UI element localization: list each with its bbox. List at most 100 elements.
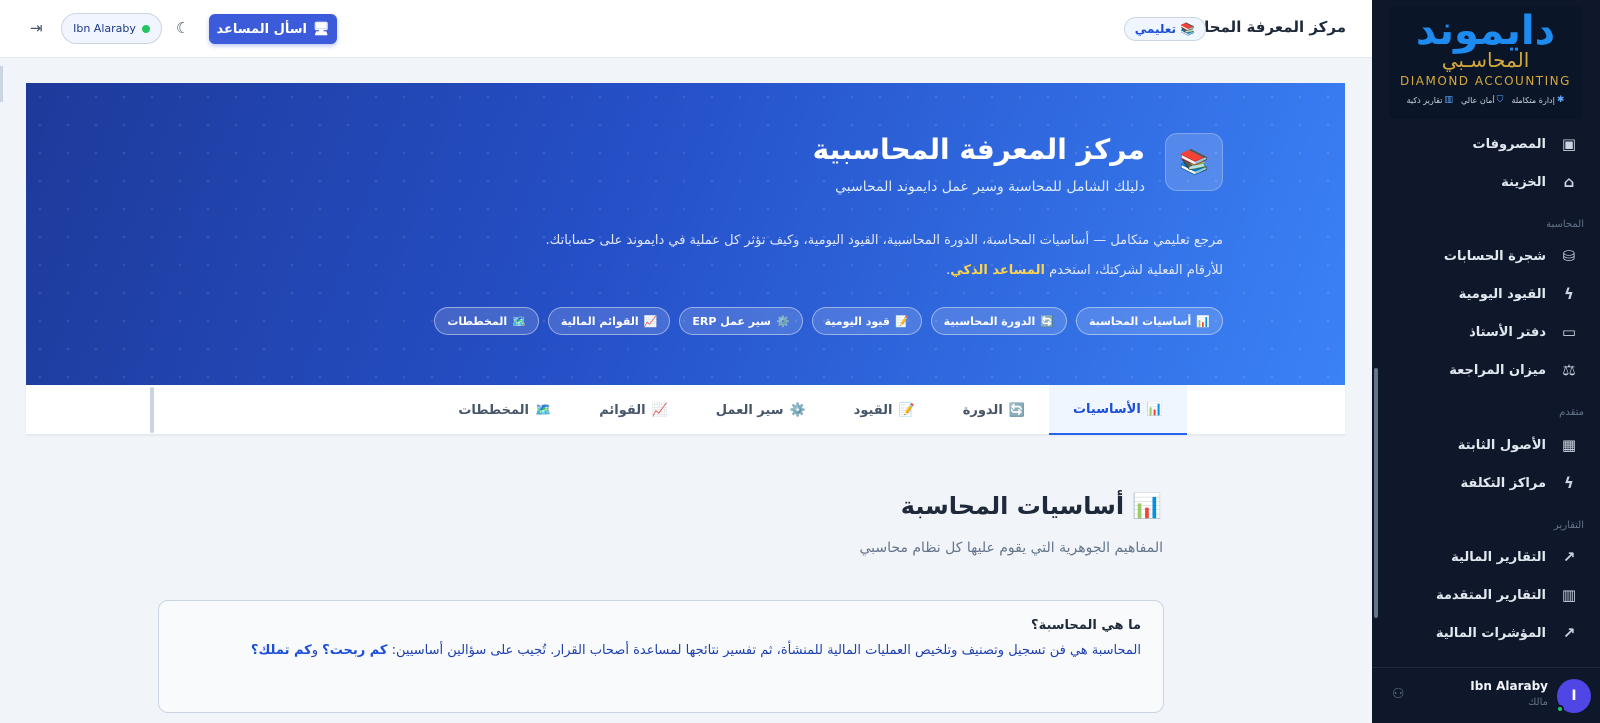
- sidebar-item-label: المصروفات: [1472, 136, 1547, 152]
- sidebar-item-cost-centers[interactable]: ϟ مراكز التكلفة: [1386, 468, 1582, 498]
- sidebar-item-financial-indicators[interactable]: ↗ المؤشرات المالية: [1386, 618, 1582, 648]
- hero-banner: 📚 مركز المعرفة المحاسبية دليلك الشامل لل…: [26, 83, 1345, 385]
- hero-title: مركز المعرفة المحاسبية: [812, 133, 1145, 166]
- brand-logo[interactable]: دايموند المحاسـبي DIAMOND ACCOUNTING ✱ إد…: [1389, 6, 1582, 119]
- sidebar-section-accounting: المحاسبة: [1546, 219, 1584, 230]
- sidebar-item-advanced-reports[interactable]: ▥ التقارير المتقدمة: [1386, 580, 1582, 610]
- sidebar-item-label: المؤشرات المالية: [1435, 625, 1546, 641]
- cycle-icon: 🔄: [1040, 314, 1054, 328]
- books-icon: 📚: [1165, 133, 1223, 191]
- sidebar-item-journal-entries[interactable]: ϟ القيود اليومية: [1386, 279, 1582, 309]
- robot-icon: 🖥: [312, 21, 330, 37]
- chip-financial-statements[interactable]: 📈 القوائم المالية: [547, 307, 671, 335]
- gear-icon: ✱: [1556, 95, 1565, 105]
- online-status-dot: [1556, 705, 1564, 713]
- top-header: مركز المعرفة المحاسبية 📚 تعليمي 🖥 اسأل ا…: [0, 0, 1372, 58]
- sidebar-user-footer[interactable]: I Ibn Alaraby مالك ⚇: [1372, 667, 1600, 723]
- shield-icon: ⛉: [1496, 95, 1504, 105]
- sidebar-item-label: ميزان المراجعة: [1449, 362, 1546, 378]
- tab-entries[interactable]: 📝 القيود: [830, 385, 939, 435]
- book-icon: ▭: [1561, 323, 1577, 341]
- logout-icon[interactable]: ⇥: [30, 19, 43, 37]
- sidebar-user-name: Ibn Alaraby: [1470, 679, 1548, 693]
- bank-icon: ⌂: [1563, 173, 1575, 191]
- database-icon: ⛁: [1562, 247, 1576, 265]
- tab-basics[interactable]: 📊 الأساسيات: [1048, 385, 1187, 435]
- bar-chart-icon: 📊: [1146, 401, 1163, 417]
- tabs-track: 📊 الأساسيات 🔄 الدورة 📝 القيود ⚙️ سير العمل 📈…: [434, 385, 1187, 435]
- sidebar-item-label: التقارير المالية: [1451, 549, 1546, 565]
- sidebar-item-general-ledger[interactable]: ▭ دفتر الأستاذ: [1386, 317, 1582, 347]
- scale-icon: ⚖: [1562, 361, 1576, 379]
- memo-icon: 📝: [894, 314, 909, 328]
- trend-up-icon: 📈: [643, 314, 658, 328]
- user-menu[interactable]: Ibn Alaraby: [61, 13, 162, 44]
- ask-assistant-button[interactable]: 🖥 اسأل المساعد: [209, 14, 337, 44]
- tabs-scrollbar[interactable]: [150, 387, 154, 433]
- trend-up-icon: 📈: [651, 402, 668, 418]
- hero-chips: 📊 أساسيات المحاسبة 🔄 الدورة المحاسبية 📝 قيو…: [434, 307, 1223, 335]
- smart-assistant-link[interactable]: المساعد الذكي: [950, 263, 1045, 278]
- bolt-icon: ϟ: [1564, 285, 1574, 303]
- bar-chart-icon: 📊: [1196, 314, 1210, 328]
- sidebar-item-label: شجرة الحسابات: [1443, 248, 1546, 264]
- highlight-profit: كم ربحت؟: [322, 643, 388, 658]
- status-badge: 📚 تعليمي: [1123, 17, 1206, 41]
- tab-workflow[interactable]: ⚙️ سير العمل: [692, 385, 830, 435]
- tab-statements[interactable]: 📈 القوائم: [575, 385, 692, 435]
- sidebar-item-trial-balance[interactable]: ⚖ ميزان المراجعة: [1386, 355, 1582, 385]
- chip-accounting-cycle[interactable]: 🔄 الدورة المحاسبية: [930, 307, 1067, 335]
- hero-description: مرجع تعليمي متكامل — أساسيات المحاسبة، ا…: [545, 233, 1224, 278]
- bar-chart-icon: ▥: [1561, 586, 1577, 604]
- chip-diagrams[interactable]: 🗺️ المخططات: [434, 307, 539, 335]
- sidebar-item-label: مراكز التكلفة: [1460, 475, 1546, 491]
- card-answer: المحاسبة هي فن تسجيل وتصنيف وتلخيص العمل…: [250, 643, 1141, 658]
- map-icon: 🗺️: [535, 402, 552, 418]
- bolt-icon: ϟ: [1564, 474, 1574, 492]
- sidebar-section-advanced: متقدم: [1559, 407, 1584, 418]
- online-status-dot: [141, 24, 150, 33]
- chip-accounting-basics[interactable]: 📊 أساسيات المحاسبة: [1075, 307, 1223, 335]
- logo-features: ✱ إدارة متكاملة ⛉ أمان عالي ▥ تقارير ذكية: [1389, 95, 1582, 105]
- sidebar-item-label: الخزينة: [1501, 174, 1546, 190]
- section-tabs: 📊 الأساسيات 🔄 الدورة 📝 القيود ⚙️ سير العمل 📈…: [26, 385, 1345, 435]
- sidebar-user-role: مالك: [1528, 697, 1548, 708]
- trend-up-icon: ↗: [1562, 548, 1576, 566]
- card-question: ما هي المحاسبة؟: [1031, 618, 1141, 633]
- cycle-icon: 🔄: [1008, 402, 1025, 418]
- user-icon[interactable]: ⚇: [1392, 686, 1405, 702]
- logo-feature: ▥ تقارير ذكية: [1406, 95, 1453, 105]
- info-card: ما هي المحاسبة؟ المحاسبة هي فن تسجيل وتص…: [158, 600, 1164, 713]
- logo-feature: ⛉ أمان عالي: [1460, 95, 1504, 105]
- logo-feature: ✱ إدارة متكاملة: [1511, 95, 1565, 105]
- sidebar-item-label: الأصول الثابتة: [1457, 437, 1546, 453]
- sidebar-item-treasury[interactable]: ⌂ الخزينة: [1386, 167, 1582, 197]
- sidebar-item-expenses[interactable]: ▣ المصروفات: [1386, 129, 1582, 159]
- map-icon: 🗺️: [512, 314, 526, 328]
- section-subtitle: المفاهيم الجوهرية التي يقوم عليها كل نظا…: [859, 540, 1163, 556]
- bar-chart-icon: ▥: [1444, 95, 1453, 105]
- gear-icon: ⚙️: [789, 402, 806, 418]
- moon-icon[interactable]: ☾: [176, 19, 189, 37]
- gear-icon: ⚙️: [775, 314, 790, 328]
- bar-chart-icon: 📊: [1132, 492, 1162, 520]
- logo-english-text: DIAMOND ACCOUNTING: [1400, 74, 1571, 88]
- sidebar: دايموند المحاسـبي DIAMOND ACCOUNTING ✱ إد…: [1372, 0, 1600, 723]
- trend-up-icon: ↗: [1562, 624, 1576, 642]
- building-icon: ▦: [1561, 436, 1577, 454]
- sidebar-item-chart-of-accounts[interactable]: ⛁ شجرة الحسابات: [1386, 241, 1582, 271]
- sidebar-item-financial-reports[interactable]: ↗ التقارير المالية: [1386, 542, 1582, 572]
- hero-subtitle: دليلك الشامل للمحاسبة وسير عمل دايموند ا…: [835, 179, 1145, 195]
- books-icon: 📚: [1180, 22, 1195, 36]
- sidebar-item-fixed-assets[interactable]: ▦ الأصول الثابتة: [1386, 430, 1582, 460]
- sidebar-scrollbar[interactable]: [1374, 368, 1378, 618]
- sidebar-item-label: التقارير المتقدمة: [1435, 587, 1546, 603]
- content-scrollbar[interactable]: [0, 66, 3, 102]
- chip-journal-entries[interactable]: 📝 قيود اليومية: [811, 307, 922, 335]
- sidebar-item-label: دفتر الأستاذ: [1469, 324, 1546, 340]
- highlight-ownership: كم تملك؟: [250, 643, 312, 658]
- tab-diagrams[interactable]: 🗺️ المخططات: [434, 385, 575, 435]
- section-title: 📊 أساسيات المحاسبة: [900, 492, 1162, 520]
- chip-erp-workflow[interactable]: ⚙️ سير عمل ERP: [679, 307, 803, 335]
- tab-cycle[interactable]: 🔄 الدورة: [939, 385, 1049, 435]
